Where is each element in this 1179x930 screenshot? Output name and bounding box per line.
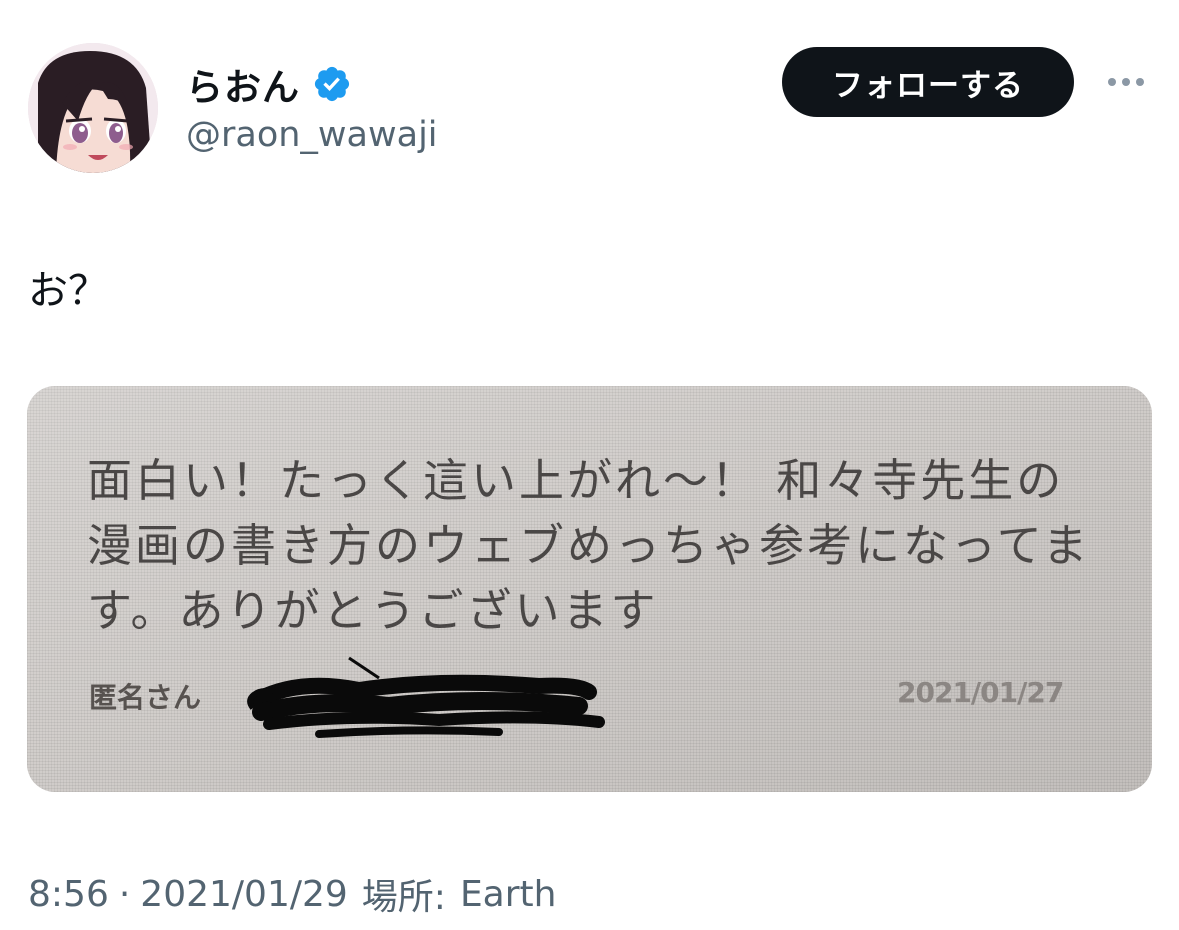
photo-date: 2021/01/27 <box>897 676 1064 709</box>
tweet-time[interactable]: 8:56 <box>28 874 109 915</box>
location-label: 場所: <box>361 877 446 918</box>
tweet-photo[interactable]: 面白い！たっく這い上がれ〜！ 和々寺先生の漫画の書き方のウェブめっちゃ参考になっ… <box>27 386 1152 792</box>
tweet-text: お？ <box>28 268 108 314</box>
photo-sender-label: 匿名さん <box>89 681 202 714</box>
display-name[interactable]: らおん <box>186 57 300 111</box>
separator-dot: · <box>118 873 131 915</box>
redaction-scribble <box>247 656 605 738</box>
more-options-icon[interactable] <box>1100 62 1152 102</box>
location-value: Earth <box>459 873 557 915</box>
user-name-row: らおん <box>186 58 352 110</box>
follow-button[interactable]: フォローする <box>782 47 1074 117</box>
verified-badge-icon[interactable] <box>312 64 352 104</box>
photo-message-text: 面白い！たっく這い上がれ〜！ 和々寺先生の漫画の書き方のウェブめっちゃ参考になっ… <box>87 454 1091 637</box>
tweet-timestamp-row: 8:56 · 2021/01/29 場所: Earth <box>28 868 556 920</box>
tweet-date[interactable]: 2021/01/29 <box>140 874 348 915</box>
avatar-image <box>28 43 158 173</box>
user-handle[interactable]: @raon_wawaji <box>186 115 438 155</box>
more-dot <box>1136 78 1144 86</box>
more-dot <box>1122 78 1130 86</box>
more-dot <box>1108 78 1116 86</box>
user-avatar[interactable] <box>28 43 158 173</box>
